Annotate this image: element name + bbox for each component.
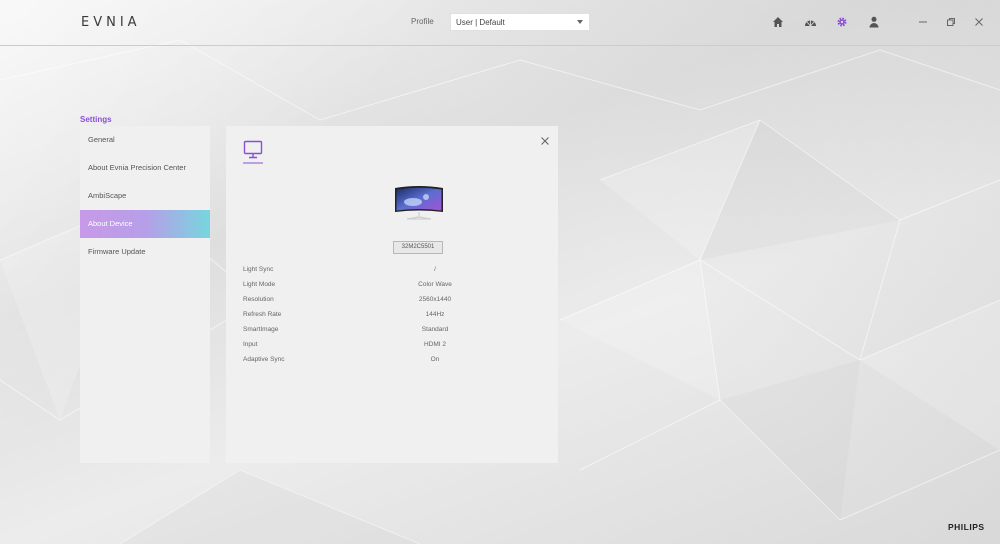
- spec-value: 2560x1440: [418, 296, 452, 303]
- spec-label: Resolution: [243, 296, 274, 303]
- gear-icon[interactable]: [834, 14, 850, 30]
- spec-row-refresh-rate: Refresh Rate 144Hz: [243, 311, 543, 321]
- spec-row-light-sync: Light Sync /: [243, 266, 543, 276]
- spec-value: Color Wave: [418, 281, 452, 288]
- spec-value: On: [430, 356, 440, 363]
- monitor-image: [393, 185, 445, 223]
- profile-label: Profile: [411, 17, 434, 26]
- sidebar-item-general[interactable]: General: [80, 126, 210, 154]
- device-model-badge: 32M2C5501: [393, 241, 443, 254]
- user-icon[interactable]: [866, 14, 882, 30]
- spec-label: Adaptive Sync: [243, 356, 285, 363]
- spec-value: /: [434, 266, 436, 273]
- ambiglow-icon[interactable]: [802, 14, 818, 30]
- spec-row-adaptive-sync: Adaptive Sync On: [243, 356, 543, 366]
- spec-label: SmartImage: [243, 326, 279, 333]
- philips-logo: PHILIPS: [948, 522, 985, 532]
- monitor-icon: [243, 140, 263, 164]
- sidebar-item-firmware-update[interactable]: Firmware Update: [80, 238, 210, 266]
- about-device-panel: 32M2C5501 Light Sync / Light Mode Color …: [226, 126, 558, 463]
- spec-row-light-mode: Light Mode Color Wave: [243, 281, 543, 291]
- spec-row-smartimage: SmartImage Standard: [243, 326, 543, 336]
- settings-title: Settings: [80, 115, 112, 124]
- minimize-icon[interactable]: [915, 14, 931, 30]
- sidebar-item-ambiscape[interactable]: AmbiScape: [80, 182, 210, 210]
- home-icon[interactable]: [770, 14, 786, 30]
- spec-label: Light Mode: [243, 281, 276, 288]
- profile-dropdown[interactable]: User | Default: [450, 13, 590, 31]
- spec-label: Input: [243, 341, 258, 348]
- evnia-logo: EVNIA: [81, 15, 141, 30]
- restore-icon[interactable]: [943, 14, 959, 30]
- top-bar: EVNIA Profile User | Default: [0, 0, 1000, 46]
- close-window-icon[interactable]: [971, 14, 987, 30]
- settings-sidebar: General About Evnia Precision Center Amb…: [80, 126, 210, 463]
- profile-dropdown-value: User | Default: [456, 18, 505, 27]
- spec-value: 144Hz: [425, 311, 445, 318]
- sidebar-item-about-device[interactable]: About Device: [80, 210, 210, 238]
- spec-value: Standard: [421, 326, 449, 333]
- close-icon[interactable]: [540, 133, 550, 145]
- spec-row-input: Input HDMI 2: [243, 341, 543, 351]
- spec-row-resolution: Resolution 2560x1440: [243, 296, 543, 306]
- spec-value: HDMI 2: [423, 341, 447, 348]
- sidebar-item-about-evnia-precision-center[interactable]: About Evnia Precision Center: [80, 154, 210, 182]
- spec-label: Light Sync: [243, 266, 274, 273]
- spec-label: Refresh Rate: [243, 311, 282, 318]
- chevron-down-icon: [577, 20, 583, 24]
